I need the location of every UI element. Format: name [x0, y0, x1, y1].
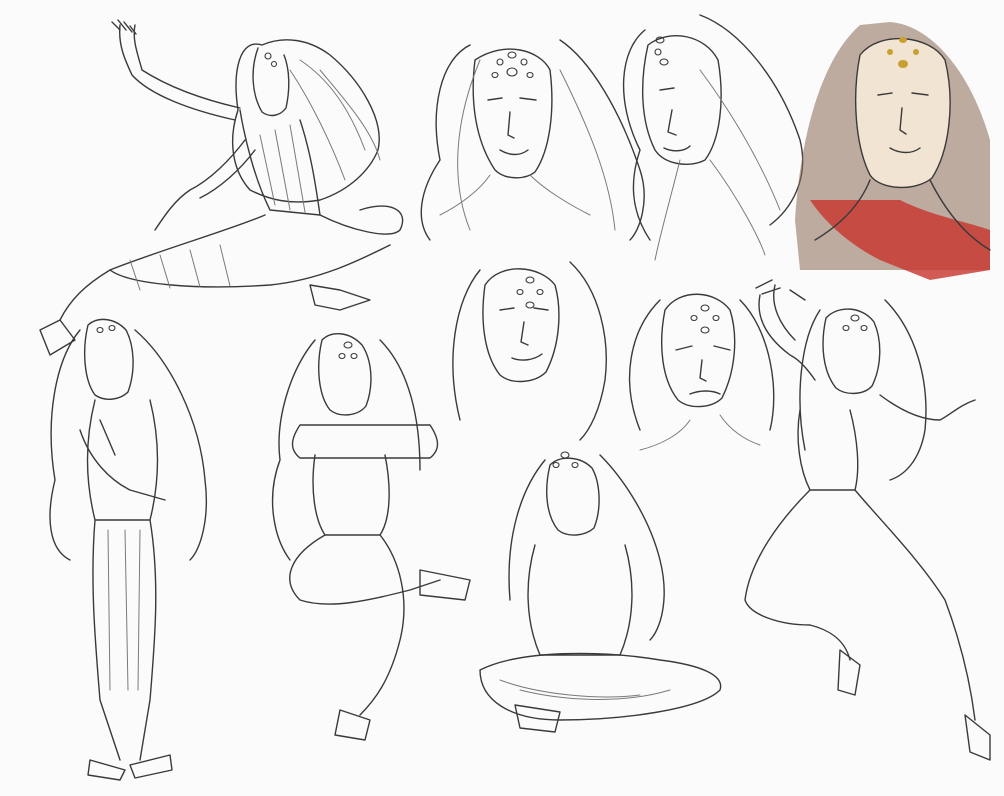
figure-crane-pose: [271, 333, 471, 741]
figure-seated-meditation: [479, 451, 722, 733]
head-study-smirk: [452, 261, 607, 441]
head-study-concerned: [628, 293, 775, 451]
forehead-gems: [491, 51, 534, 79]
colored-portrait: [795, 22, 991, 280]
head-study-three-quarter: [622, 14, 804, 261]
figure-lunge-pose: [39, 19, 404, 356]
figure-standing-pose: [49, 318, 208, 781]
head-study-front: [420, 39, 645, 241]
sketch-sheet: [0, 0, 1004, 796]
figure-dance-pose: [744, 279, 991, 761]
